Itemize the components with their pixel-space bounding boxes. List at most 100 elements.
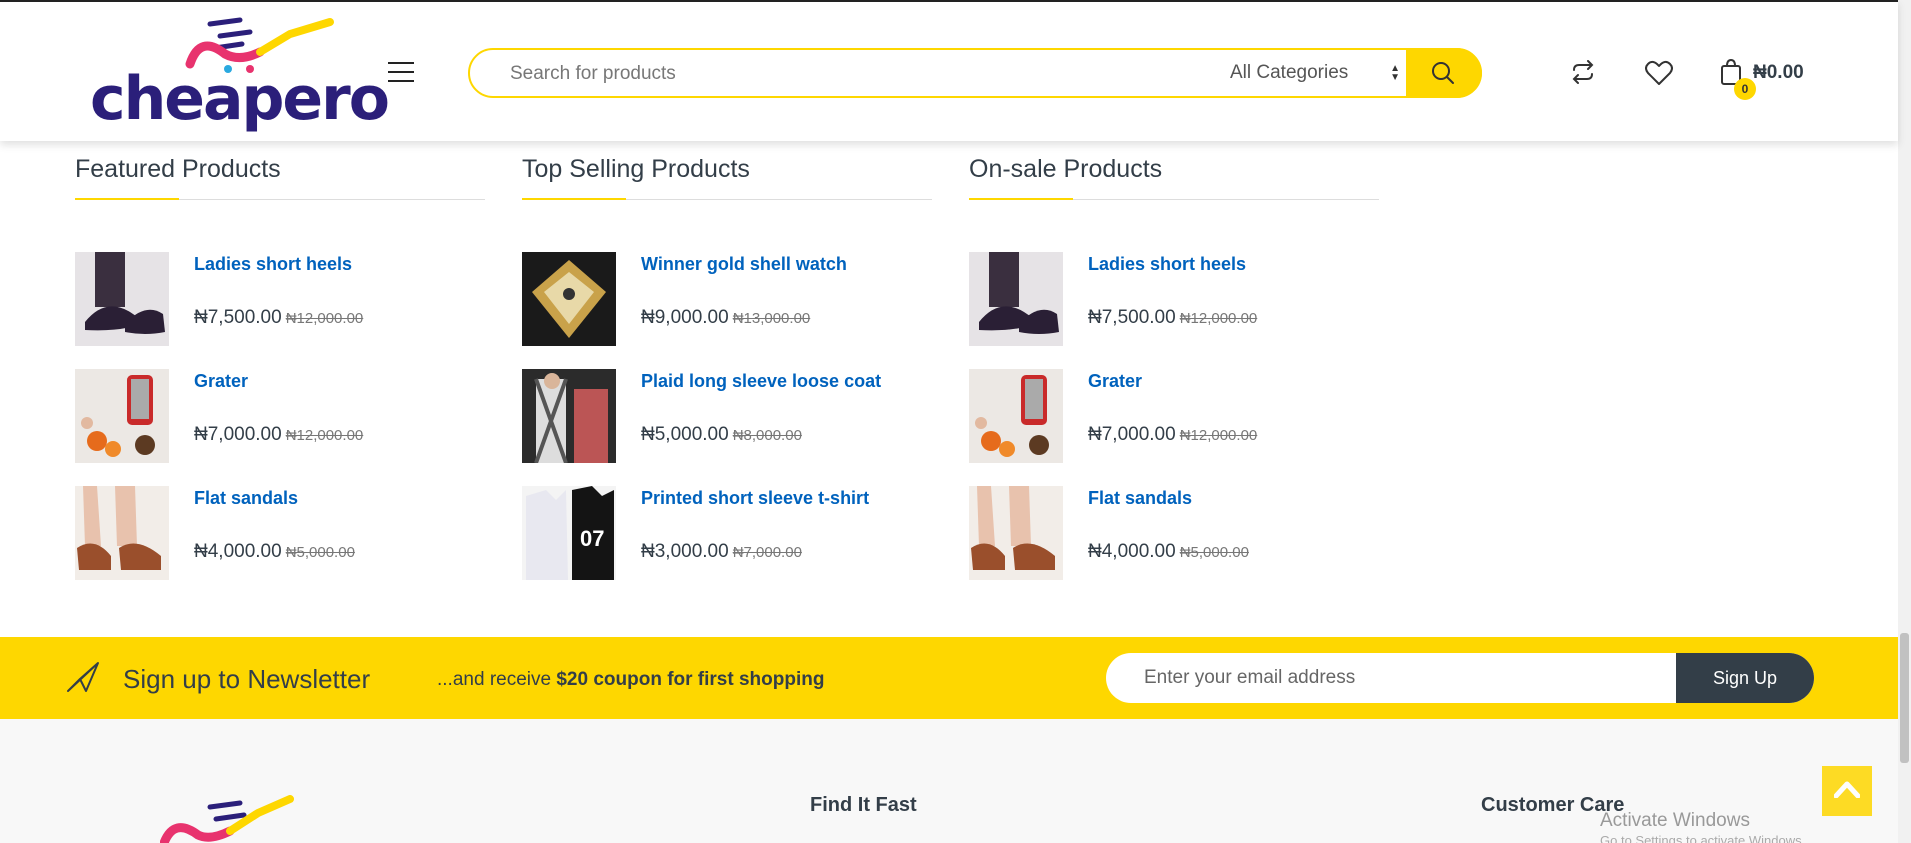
search-bar: All Categories ▲▼ [468, 48, 1482, 98]
product-item: Ladies short heels ₦7,500.00 ₦12,000.00 [75, 252, 485, 348]
product-name-link[interactable]: Ladies short heels [194, 254, 352, 275]
site-header: cheapero All Categories ▲▼ [0, 0, 1898, 141]
category-select-value: All Categories [1230, 62, 1349, 83]
coat-photo [522, 369, 616, 463]
product-price: ₦4,000.00 ₦5,000.00 [194, 541, 355, 563]
newsletter-coupon: $20 coupon for first shopping [556, 669, 825, 690]
old-price: ₦13,000.00 [732, 310, 811, 327]
old-price: ₦12,000.00 [285, 427, 364, 444]
product-item: Grater ₦7,000.00 ₦12,000.00 [75, 369, 485, 465]
product-name-link[interactable]: Grater [194, 371, 248, 392]
sandals-photo [75, 486, 169, 580]
tshirt-photo: 07 [522, 486, 616, 580]
sale-price: ₦7,500.00 [194, 307, 282, 328]
compare-icon[interactable] [1570, 60, 1596, 84]
newsletter-form: Sign Up [1106, 653, 1814, 703]
product-image[interactable] [969, 252, 1063, 346]
product-price: ₦7,500.00 ₦12,000.00 [1088, 307, 1257, 329]
product-price: ₦4,000.00 ₦5,000.00 [1088, 541, 1249, 563]
email-field[interactable] [1144, 666, 1664, 690]
old-price: ₦5,000.00 [285, 544, 355, 561]
on-sale-products: On-sale Products Ladies short heels ₦7,5… [969, 150, 1379, 580]
top-selling-products: Top Selling Products Winner gold shell w… [522, 150, 932, 580]
sale-price: ₦3,000.00 [641, 541, 729, 562]
logo-wordmark: cheapero [90, 64, 390, 134]
featured-products: Featured Products Ladies short heels ₦7,… [75, 150, 485, 580]
search-icon [1432, 62, 1454, 84]
product-image[interactable] [969, 369, 1063, 463]
chevron-up-icon [1834, 781, 1860, 798]
scrollbar-thumb[interactable] [1900, 633, 1909, 763]
old-price: ₦12,000.00 [1179, 310, 1258, 327]
category-select[interactable]: All Categories ▲ ▼ [1230, 62, 1400, 86]
heart-icon[interactable] [1645, 60, 1673, 86]
footer-logo-icon [160, 795, 294, 843]
product-image[interactable] [75, 486, 169, 580]
activate-windows-watermark: Activate Windows [1600, 810, 1750, 831]
old-price: ₦7,000.00 [732, 544, 802, 561]
product-name-link[interactable]: Winner gold shell watch [641, 254, 847, 275]
product-item: Winner gold shell watch ₦9,000.00 ₦13,000… [522, 252, 932, 348]
newsletter-title: Sign up to Newsletter [123, 664, 371, 694]
sale-price: ₦7,500.00 [1088, 307, 1176, 328]
product-price: ₦7,500.00 ₦12,000.00 [194, 307, 363, 329]
old-price: ₦8,000.00 [732, 427, 802, 444]
find-it-fast-heading: Find It Fast [810, 794, 917, 816]
heels-photo [969, 252, 1063, 346]
page: cheapero All Categories ▲▼ [0, 0, 1911, 843]
sandals-photo [969, 486, 1063, 580]
site-footer: Find It Fast Customer Care Activate Wind… [0, 719, 1898, 843]
product-price: ₦7,000.00 ₦12,000.00 [194, 424, 363, 446]
sale-price: ₦7,000.00 [1088, 424, 1176, 445]
mini-cart[interactable]: 0 ₦0.00 [1720, 58, 1830, 100]
product-item: Flat sandals ₦4,000.00 ₦5,000.00 [969, 486, 1379, 582]
product-item: Flat sandals ₦4,000.00 ₦5,000.00 [75, 486, 485, 582]
product-image[interactable] [75, 369, 169, 463]
product-name-link[interactable]: Flat sandals [194, 488, 298, 509]
activate-windows-subtext: Go to Settings to activate Windows. [1600, 833, 1806, 843]
sign-up-button[interactable]: Sign Up [1676, 653, 1814, 703]
product-name-link[interactable]: Flat sandals [1088, 488, 1192, 509]
old-price: ₦12,000.00 [285, 310, 364, 327]
grater-photo [969, 369, 1063, 463]
search-input[interactable] [510, 62, 1190, 86]
product-name-link[interactable]: Ladies short heels [1088, 254, 1246, 275]
old-price: ₦5,000.00 [1179, 544, 1249, 561]
product-price: ₦9,000.00 ₦13,000.00 [641, 307, 810, 329]
product-item: 07 Printed short sleeve t-shirt ₦3,000.0… [522, 486, 932, 582]
product-name-link[interactable]: Printed short sleeve t-shirt [641, 488, 869, 509]
paper-plane-icon [67, 662, 99, 692]
column-title: Featured Products [75, 150, 485, 200]
product-image[interactable] [969, 486, 1063, 580]
sale-price: ₦4,000.00 [194, 541, 282, 562]
column-title: On-sale Products [969, 150, 1379, 200]
newsletter-bar: Sign up to Newsletter ...and receive $20… [0, 637, 1898, 719]
select-arrows-icon: ▲ ▼ [1390, 63, 1400, 83]
site-logo[interactable]: cheapero [90, 12, 390, 134]
product-price: ₦3,000.00 ₦7,000.00 [641, 541, 802, 563]
sale-price: ₦7,000.00 [194, 424, 282, 445]
page-scrollbar[interactable] [1898, 0, 1911, 843]
sale-price: ₦9,000.00 [641, 307, 729, 328]
product-image[interactable] [75, 252, 169, 346]
newsletter-subtitle: ...and receive $20 coupon for first shop… [437, 669, 824, 691]
product-image[interactable]: 07 [522, 486, 616, 580]
column-title: Top Selling Products [522, 150, 932, 200]
product-item: Ladies short heels ₦7,500.00 ₦12,000.00 [969, 252, 1379, 348]
product-image[interactable] [522, 369, 616, 463]
old-price: ₦12,000.00 [1179, 427, 1258, 444]
product-name-link[interactable]: Plaid long sleeve loose coat [641, 371, 881, 392]
search-button[interactable] [1406, 48, 1482, 98]
product-price: ₦5,000.00 ₦8,000.00 [641, 424, 802, 446]
product-item: Plaid long sleeve loose coat ₦5,000.00 ₦8… [522, 369, 932, 465]
heels-photo [75, 252, 169, 346]
sale-price: ₦4,000.00 [1088, 541, 1176, 562]
svg-text:07: 07 [580, 526, 604, 551]
product-price: ₦7,000.00 ₦12,000.00 [1088, 424, 1257, 446]
product-name-link[interactable]: Grater [1088, 371, 1142, 392]
hamburger-icon[interactable] [388, 62, 414, 84]
grater-photo [75, 369, 169, 463]
cart-total: ₦0.00 [1753, 62, 1804, 83]
back-to-top-button[interactable] [1822, 766, 1872, 816]
product-image[interactable] [522, 252, 616, 346]
